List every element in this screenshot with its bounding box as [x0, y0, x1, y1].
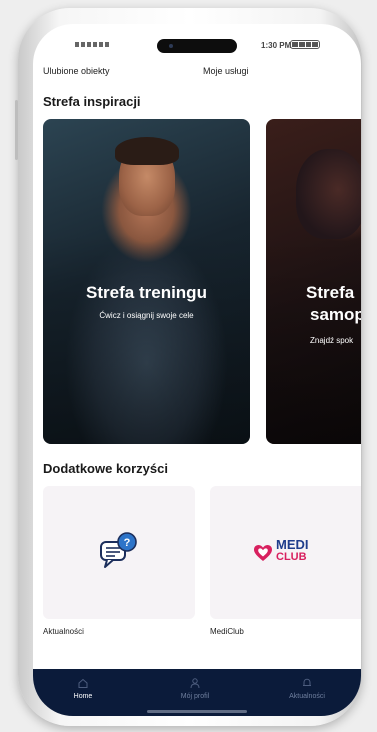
- inspiration-card-training[interactable]: Strefa treningu Ćwicz i osiągnij swoje c…: [43, 119, 250, 444]
- chat-question-icon: ?: [100, 532, 137, 568]
- benefit-tile-mediclub[interactable]: MEDI CLUB: [210, 486, 361, 619]
- camera-icon: [169, 44, 173, 48]
- status-time: 1:30 PM: [261, 41, 292, 50]
- nav-item-aktualnosci[interactable]: Aktualności: [267, 677, 347, 700]
- status-bar: 1:30 PM: [33, 24, 361, 58]
- benefit-label-aktualnosci: Aktualności: [43, 627, 84, 636]
- nav-item-home[interactable]: Home: [43, 677, 123, 700]
- signal-icon: [75, 42, 109, 47]
- bell-icon: [303, 678, 311, 686]
- nav-label-profile: Mój profil: [180, 693, 210, 700]
- nav-item-profile[interactable]: Mój profil: [155, 677, 235, 700]
- mediclub-logo-text-club: CLUB: [276, 551, 307, 563]
- nav-label-aktualnosci: Aktualności: [289, 693, 325, 700]
- app-screen: 1:30 PM Ulubione obiekty Moje usługi Str…: [33, 24, 361, 716]
- link-ulubione-obiekty[interactable]: Ulubione obiekty: [43, 66, 110, 76]
- card-title-line2: samop: [310, 305, 361, 324]
- inspiration-section-title: Strefa inspiracji: [43, 94, 141, 109]
- card-title-line1: Strefa: [306, 283, 355, 302]
- nav-label-home: Home: [73, 693, 93, 700]
- bottom-navigation: Home Mój profil Aktualności: [33, 669, 361, 716]
- benefits-section-title: Dodatkowe korzyści: [43, 461, 168, 476]
- link-moje-uslugi[interactable]: Moje usługi: [203, 66, 249, 76]
- home-indicator: [147, 710, 247, 713]
- benefit-tile-aktualnosci[interactable]: ?: [43, 486, 195, 619]
- benefit-label-mediclub: MediClub: [210, 627, 244, 636]
- mediclub-logo-text-medi: MEDI: [276, 537, 309, 552]
- card-title: Strefa treningu: [86, 283, 207, 302]
- card-subtitle: Znajdź spok: [310, 336, 354, 345]
- home-icon: [78, 678, 88, 688]
- battery-icon: [290, 40, 320, 49]
- svg-text:?: ?: [124, 537, 131, 549]
- inspiration-card-relax[interactable]: Strefa samop Znajdź spok: [266, 119, 361, 444]
- phone-side-button: [15, 100, 18, 160]
- mediclub-heart-logo: [254, 545, 272, 561]
- profile-icon: [190, 678, 200, 689]
- card-subtitle: Ćwicz i osiągnij swoje cele: [99, 311, 194, 320]
